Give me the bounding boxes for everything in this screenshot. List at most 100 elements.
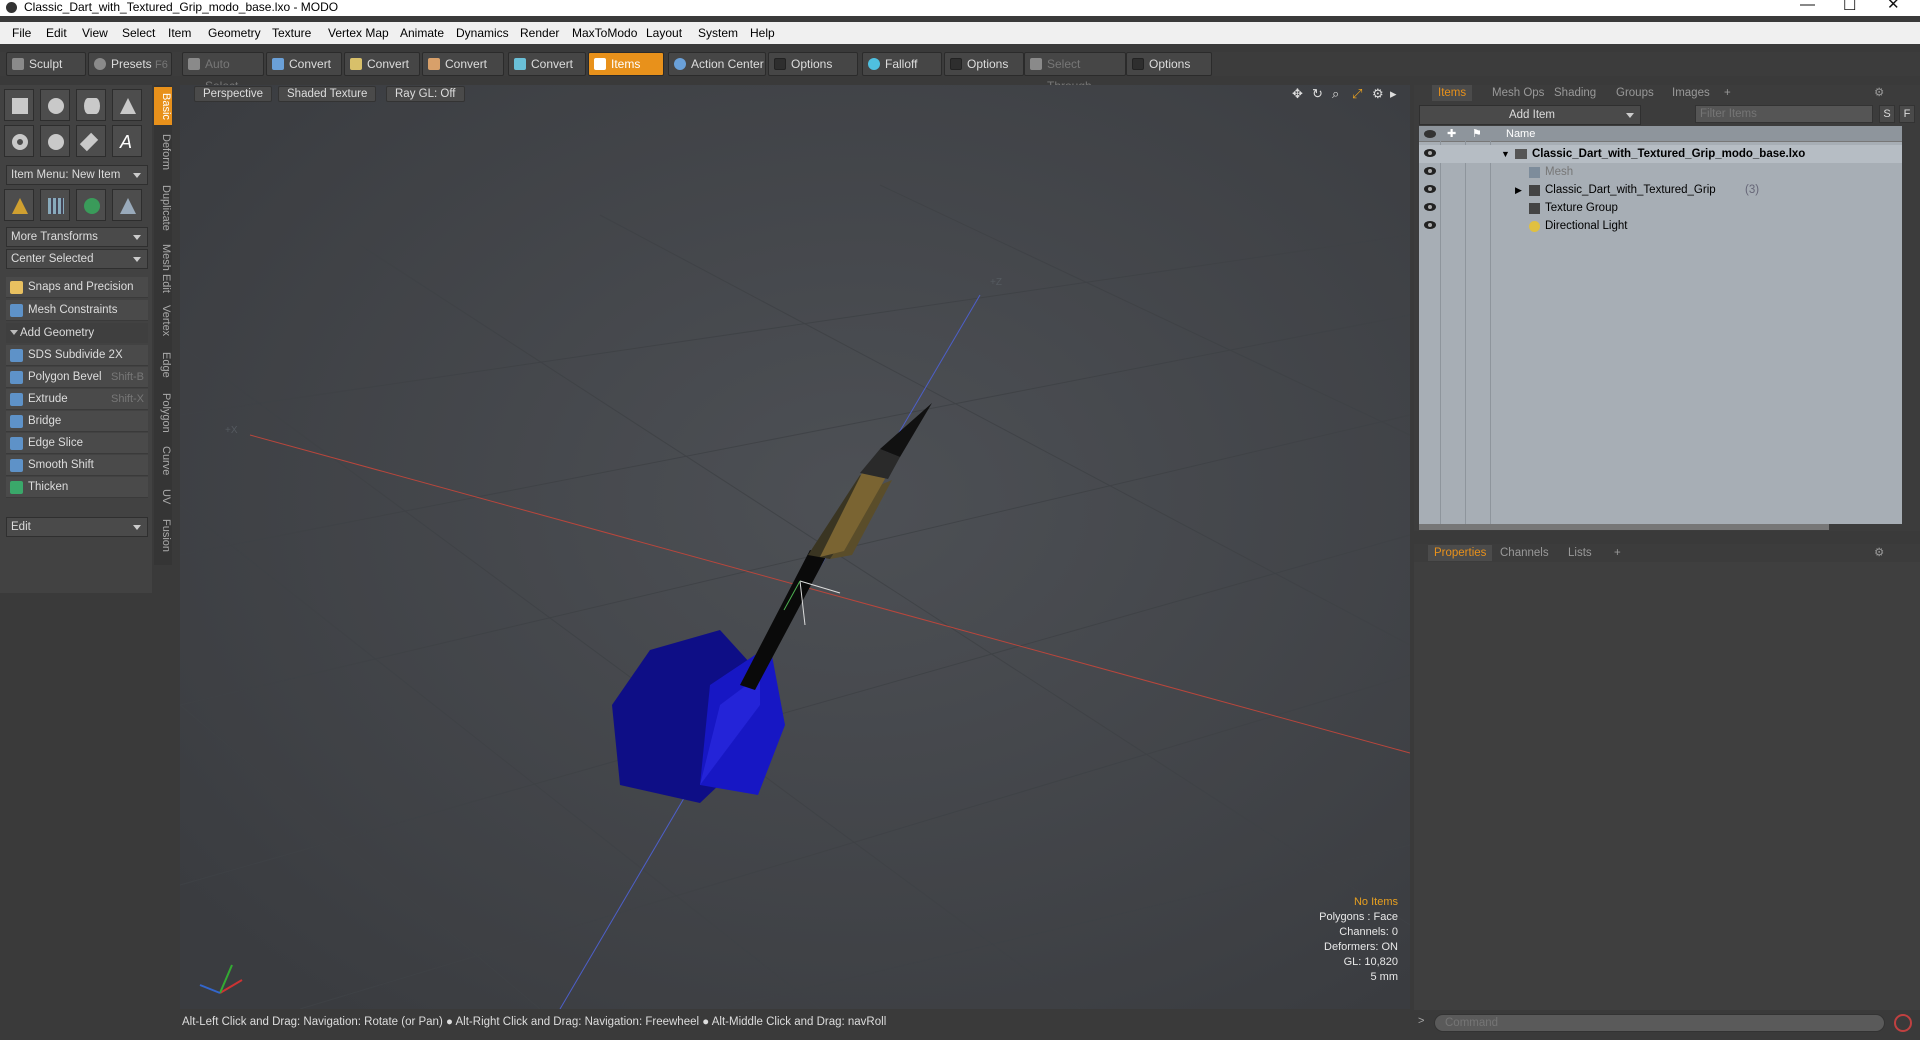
zoom-icon[interactable]: ⌕ [1332, 86, 1339, 102]
tab-images[interactable]: Images [1666, 85, 1716, 101]
minimize-icon[interactable]: — [1800, 0, 1815, 12]
text-tool-button[interactable]: A [112, 125, 142, 157]
add-tab-icon[interactable]: + [1608, 545, 1627, 561]
menu-file[interactable]: File [12, 26, 31, 40]
visibility-eye-icon[interactable] [1424, 203, 1436, 211]
edge-slice-button[interactable]: Edge Slice [6, 433, 148, 454]
center-selected-dropdown[interactable]: Center Selected [6, 249, 148, 269]
cylinder-primitive-button[interactable] [76, 89, 106, 121]
tab-fusion[interactable]: Fusion [154, 513, 172, 559]
sculpt-button[interactable]: Sculpt [6, 52, 86, 76]
f-toggle-button[interactable]: F [1899, 105, 1915, 123]
name-column-header[interactable]: Name [1506, 126, 1535, 142]
3d-viewport[interactable]: +Z +X No Items Polygons : Face Channels:… [180, 85, 1410, 1009]
menu-geometry[interactable]: Geometry [208, 26, 261, 40]
menu-system[interactable]: System [698, 26, 738, 40]
options-checkbox-2[interactable] [950, 58, 962, 70]
view-type-button[interactable]: Perspective [194, 86, 273, 102]
collapse-arrow-icon[interactable]: ▼ [1501, 145, 1510, 163]
select-through-button[interactable]: Select Through [1024, 52, 1126, 93]
smooth-shift-button[interactable]: Smooth Shift [6, 455, 148, 476]
more-transforms-dropdown[interactable]: More Transforms [6, 227, 148, 247]
transform-button[interactable] [4, 189, 34, 221]
sds-subdivide-button[interactable]: SDS Subdivide 2X [6, 345, 148, 366]
pen-tool-button[interactable] [76, 125, 106, 157]
options-button-3[interactable]: Options [1126, 52, 1212, 76]
capsule-primitive-button[interactable] [40, 125, 70, 157]
tab-channels[interactable]: Channels [1494, 545, 1555, 561]
pyramid-button[interactable] [112, 189, 142, 221]
options-button-1[interactable]: Options [768, 52, 858, 76]
globe-button[interactable] [76, 189, 106, 221]
viewport-menu-icon[interactable]: ▸ [1390, 86, 1397, 102]
tab-lists[interactable]: Lists [1562, 545, 1598, 561]
menu-vertex-map[interactable]: Vertex Map [328, 26, 389, 40]
menu-animate[interactable]: Animate [400, 26, 444, 40]
s-toggle-button[interactable]: S [1879, 105, 1895, 123]
menu-edit[interactable]: Edit [46, 26, 67, 40]
polygon-bevel-button[interactable]: Polygon Bevel Shift-B [6, 367, 148, 388]
raygl-button[interactable]: Ray GL: Off [386, 86, 465, 102]
pan-icon[interactable]: ✥ [1292, 86, 1303, 102]
settings-gear-icon[interactable]: ⚙ [1372, 86, 1384, 102]
auto-select-button[interactable]: Auto Select [182, 52, 264, 93]
options-checkbox-3[interactable] [1132, 58, 1144, 70]
presets-button[interactable]: Presets F6 [88, 52, 172, 76]
options-checkbox-1[interactable] [774, 58, 786, 70]
visibility-column-icon[interactable] [1424, 130, 1436, 138]
tab-mesh-edit[interactable]: Mesh Edit [154, 239, 172, 297]
convert-button-2[interactable]: Convert [344, 52, 420, 76]
convert-button-1[interactable]: Convert [266, 52, 342, 76]
cone-primitive-button[interactable] [112, 89, 142, 121]
options-button-2[interactable]: Options [944, 52, 1024, 76]
panel-settings-icon[interactable]: ⚙ [1868, 85, 1890, 101]
items-mode-button[interactable]: Items [588, 52, 664, 76]
fit-icon[interactable]: ⤢ [1352, 86, 1362, 102]
bridge-button[interactable]: Bridge [6, 411, 148, 432]
action-center-button[interactable]: Action Center [668, 52, 766, 76]
add-tab-icon[interactable]: + [1718, 85, 1737, 101]
lock-column-icon[interactable]: ✚ [1447, 126, 1456, 142]
rotate-icon[interactable]: ↻ [1312, 86, 1323, 102]
shading-mode-button[interactable]: Shaded Texture [278, 86, 377, 102]
menu-maxtomodo[interactable]: MaxToModo [572, 26, 637, 40]
menu-texture[interactable]: Texture [272, 26, 311, 40]
tab-properties[interactable]: Properties [1428, 545, 1493, 561]
command-input[interactable] [1434, 1014, 1885, 1032]
close-icon[interactable]: ✕ [1887, 0, 1900, 12]
tab-mesh-ops[interactable]: Mesh Ops [1486, 85, 1550, 101]
edit-dropdown[interactable]: Edit [6, 517, 148, 537]
maximize-icon[interactable]: ☐ [1843, 0, 1856, 13]
falloff-button[interactable]: Falloff [862, 52, 942, 76]
menu-dynamics[interactable]: Dynamics [456, 26, 509, 40]
tab-uv[interactable]: UV [154, 483, 172, 511]
item-row-light[interactable]: Directional Light [1419, 217, 1902, 235]
menu-layout[interactable]: Layout [646, 26, 682, 40]
item-row-texture-group[interactable]: Texture Group [1419, 199, 1902, 217]
visibility-eye-icon[interactable] [1424, 149, 1436, 157]
visibility-eye-icon[interactable] [1424, 185, 1436, 193]
tab-vertex[interactable]: Vertex [154, 299, 172, 343]
item-menu-dropdown[interactable]: Item Menu: New Item [6, 165, 148, 185]
extrude-button[interactable]: Extrude Shift-X [6, 389, 148, 410]
sphere-primitive-button[interactable] [40, 89, 70, 121]
add-geometry-section[interactable]: Add Geometry [6, 323, 148, 343]
tab-duplicate[interactable]: Duplicate [154, 179, 172, 237]
panel-settings-icon[interactable]: ⚙ [1868, 545, 1890, 561]
convert-button-3[interactable]: Convert [422, 52, 504, 76]
array-button[interactable] [40, 189, 70, 221]
snaps-precision-button[interactable]: Snaps and Precision [6, 277, 148, 298]
record-macro-icon[interactable] [1894, 1014, 1912, 1032]
thicken-button[interactable]: Thicken [6, 477, 148, 498]
tab-items[interactable]: Items [1432, 85, 1473, 101]
menu-item[interactable]: Item [168, 26, 191, 40]
visibility-eye-icon[interactable] [1424, 167, 1436, 175]
tab-edge[interactable]: Edge [154, 345, 172, 385]
expand-arrow-icon[interactable]: ▶ [1515, 181, 1522, 199]
cube-primitive-button[interactable] [4, 89, 34, 121]
filter-items-input[interactable] [1695, 105, 1873, 123]
tab-polygon[interactable]: Polygon [154, 387, 172, 439]
torus-primitive-button[interactable] [4, 125, 34, 157]
menu-render[interactable]: Render [520, 26, 559, 40]
tab-groups[interactable]: Groups [1610, 85, 1660, 101]
